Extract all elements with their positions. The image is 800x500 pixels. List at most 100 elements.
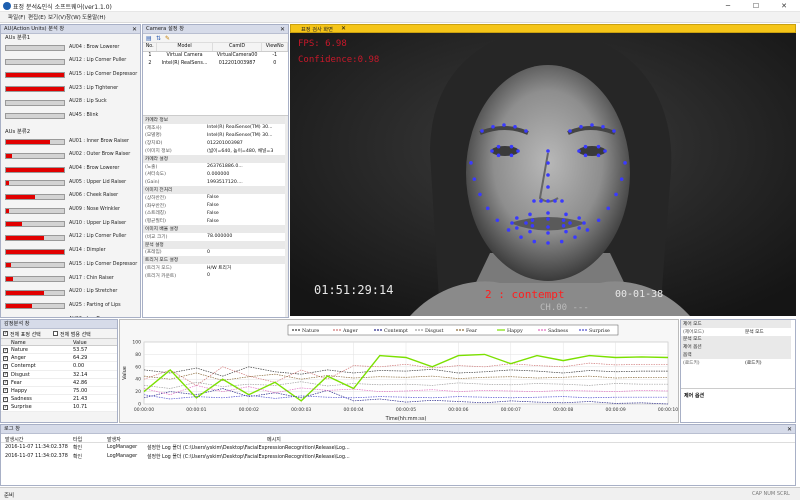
camera-property-grid: 카메라 정보 (제조사) Intel(R) RealSense(TM) 30...(… bbox=[143, 115, 288, 317]
au-intensity-bar bbox=[5, 276, 65, 282]
emotion-checkbox[interactable]: ✓ bbox=[3, 363, 8, 369]
emotion-checkbox[interactable]: ✓ bbox=[3, 372, 8, 378]
property-row[interactable]: (노출) 263761886.0... bbox=[143, 163, 285, 171]
emotion-row[interactable]: ✓ Fear 42.86 bbox=[1, 378, 117, 387]
property-row[interactable]: (모델명) Intel(R) RealSense(TM) 30... bbox=[143, 132, 285, 140]
all-labels-checkbox[interactable] bbox=[53, 331, 58, 336]
menu-edit[interactable]: 편집(E) bbox=[28, 13, 46, 21]
x-tick-label: 00:00:02 bbox=[239, 407, 259, 413]
landmark-point bbox=[490, 149, 494, 153]
camera-panel-close-icon[interactable]: ✕ bbox=[280, 25, 285, 33]
log-panel-close-icon[interactable]: ✕ bbox=[787, 425, 792, 433]
property-value bbox=[205, 256, 285, 265]
property-category[interactable]: 옵력 bbox=[681, 351, 791, 359]
camera-toolbar: ▤ ⇅ ✎ bbox=[143, 34, 288, 43]
property-category[interactable]: 카메라 설정 bbox=[143, 154, 285, 163]
log-row[interactable]: 2016-11-07 11:34:02.378 확인 LogManager 설정한 L… bbox=[1, 452, 795, 461]
au-intensity-fill bbox=[6, 73, 64, 78]
property-category[interactable]: 트리거 모드 설정 bbox=[143, 256, 285, 265]
au-row: AU10 : Upper Lip Raiser bbox=[1, 218, 140, 232]
property-row[interactable]: (프레임) 0 bbox=[143, 249, 285, 257]
property-row[interactable]: (이미지 정보) (넓이=640, 높이=480, 채널=3 bbox=[143, 147, 285, 155]
property-category[interactable]: 카메라 정보 bbox=[143, 116, 285, 124]
status-bar: 준비 CAP NUM SCRL bbox=[0, 487, 800, 500]
prediction-label: 2 : contempt bbox=[485, 288, 565, 301]
landmark-point bbox=[496, 153, 501, 158]
property-row[interactable]: (제조사) Intel(R) RealSense(TM) 30... bbox=[143, 124, 285, 132]
camera-row[interactable]: 2 Intel(R) RealSens... 012201003987 0 bbox=[143, 59, 288, 67]
maximize-button[interactable]: ☐ bbox=[744, 0, 768, 12]
landmark-point bbox=[561, 224, 566, 228]
property-category[interactable]: 이미지 배율 설정 bbox=[143, 225, 285, 233]
log-row[interactable]: 2016-11-07 11:34:02.378 확인 LogManager 설정한 L… bbox=[1, 443, 795, 452]
emotion-row[interactable]: ✓ Nature 53.57 bbox=[1, 346, 117, 355]
property-value bbox=[743, 320, 791, 328]
property-category[interactable]: 분석 설정 bbox=[143, 240, 285, 249]
au-row: AU45 : Blink bbox=[1, 110, 140, 124]
emotion-row[interactable]: ✓ Surprise 10.71 bbox=[1, 403, 117, 412]
camera-col-viewno: ViewNo bbox=[261, 43, 288, 52]
au-row: AU26 : Jaw Drop bbox=[1, 314, 140, 318]
settings-icon[interactable]: ✎ bbox=[165, 35, 170, 42]
emotion-checkbox[interactable]: ✓ bbox=[3, 404, 8, 410]
property-key: 이미지 배율 설정 bbox=[143, 225, 205, 233]
property-row[interactable]: (로드키) (로드키) bbox=[681, 359, 791, 367]
landmark-point bbox=[568, 129, 572, 133]
property-key: (프레임) bbox=[145, 250, 162, 256]
property-row[interactable]: (평균필터) False bbox=[143, 217, 285, 225]
emotion-checkbox[interactable]: ✓ bbox=[3, 355, 8, 361]
menu-help[interactable]: 도움말(H) bbox=[82, 13, 106, 21]
property-value bbox=[205, 225, 285, 233]
app-icon bbox=[3, 2, 11, 10]
emotion-row[interactable]: ✓ Sadness 21.43 bbox=[1, 395, 117, 404]
menu-file[interactable]: 파일(F) bbox=[8, 13, 26, 21]
emotion-toolbar: ✓ 전체 표정 선택 전체 범용 선택 bbox=[1, 329, 117, 338]
emotion-name: Contempt bbox=[11, 363, 36, 370]
camera-col-camid: CamID bbox=[212, 43, 263, 52]
property-row[interactable]: (셔터속도) 0.000000 bbox=[143, 171, 285, 179]
sort-icon[interactable]: ⇅ bbox=[156, 35, 161, 42]
property-row[interactable]: (트리거 카운트) 0 bbox=[143, 272, 285, 280]
menu-view[interactable]: 보기(V) bbox=[48, 13, 66, 21]
emotion-row[interactable]: ✓ Disgust 32.14 bbox=[1, 370, 117, 379]
emotion-checkbox[interactable]: ✓ bbox=[3, 347, 8, 353]
property-row[interactable]: (제어모드) 분석 모드 bbox=[681, 328, 791, 336]
emotion-row[interactable]: ✓ Anger 64.29 bbox=[1, 354, 117, 363]
video-view[interactable]: FPS: 6.98 Confidence:0.98 01:51:29:14 00… bbox=[290, 33, 796, 316]
property-scrollbar[interactable] bbox=[285, 116, 288, 317]
property-row[interactable]: (비교 크기) 78.000000 bbox=[143, 233, 285, 241]
property-row[interactable]: (Gain) 1993517120.... bbox=[143, 178, 285, 186]
property-row[interactable]: (좌우반전) False bbox=[143, 202, 285, 210]
menu-bar: 파일(F) 편집(E) 보기(V) 창(W) 도움말(H) bbox=[0, 12, 800, 23]
minimize-button[interactable]: ─ bbox=[716, 0, 740, 12]
menu-window[interactable]: 창(W) bbox=[66, 13, 81, 21]
property-key: (스트레칭) bbox=[145, 211, 166, 217]
property-row[interactable]: (장치ID) 012201003987 bbox=[143, 139, 285, 147]
list-view-icon[interactable]: ▤ bbox=[146, 35, 152, 42]
property-category[interactable]: 제어 옵션 bbox=[681, 343, 791, 352]
emotion-checkbox[interactable]: ✓ bbox=[3, 380, 8, 386]
property-value: 분석 모드 bbox=[745, 329, 764, 335]
x-axis-label: Time(hh:mm:ss) bbox=[385, 416, 427, 422]
au-group1-label: AUs 분류1 bbox=[5, 35, 31, 41]
select-all-checkbox[interactable]: ✓ bbox=[3, 331, 8, 336]
landmark-point bbox=[530, 224, 535, 228]
video-panel-close-icon[interactable]: ✕ bbox=[341, 25, 346, 32]
emotion-row[interactable]: ✓ Happy 75.00 bbox=[1, 386, 117, 396]
property-category[interactable]: 제어 모드 bbox=[681, 320, 791, 328]
camera-row[interactable]: 1 Virtual Camera VirtualCamera00 -1 bbox=[143, 51, 288, 59]
y-tick-label: 40 bbox=[135, 377, 141, 383]
au-row: AU14 : Dimpler bbox=[1, 246, 140, 260]
x-tick-label: 00:00:05 bbox=[396, 407, 416, 413]
emotion-checkbox[interactable]: ✓ bbox=[3, 396, 8, 402]
property-row[interactable]: (상하반전) False bbox=[143, 194, 285, 202]
au-panel-close-icon[interactable]: ✕ bbox=[132, 25, 137, 33]
property-row[interactable]: (트리거 모드) H/W 트리거 bbox=[143, 264, 285, 272]
property-category[interactable]: 분석 모드 bbox=[681, 335, 791, 344]
property-category[interactable]: 이미지 전처리 bbox=[143, 186, 285, 194]
emotion-checkbox[interactable]: ✓ bbox=[3, 388, 8, 394]
close-button[interactable]: ✕ bbox=[772, 0, 796, 12]
emotion-row[interactable]: ✓ Contempt 0.00 bbox=[1, 362, 117, 371]
property-row[interactable]: (스트레칭) False bbox=[143, 210, 285, 218]
au-group1: AU04 : Brow Lowerer AU12 : Lip Corner Pul… bbox=[1, 42, 140, 124]
